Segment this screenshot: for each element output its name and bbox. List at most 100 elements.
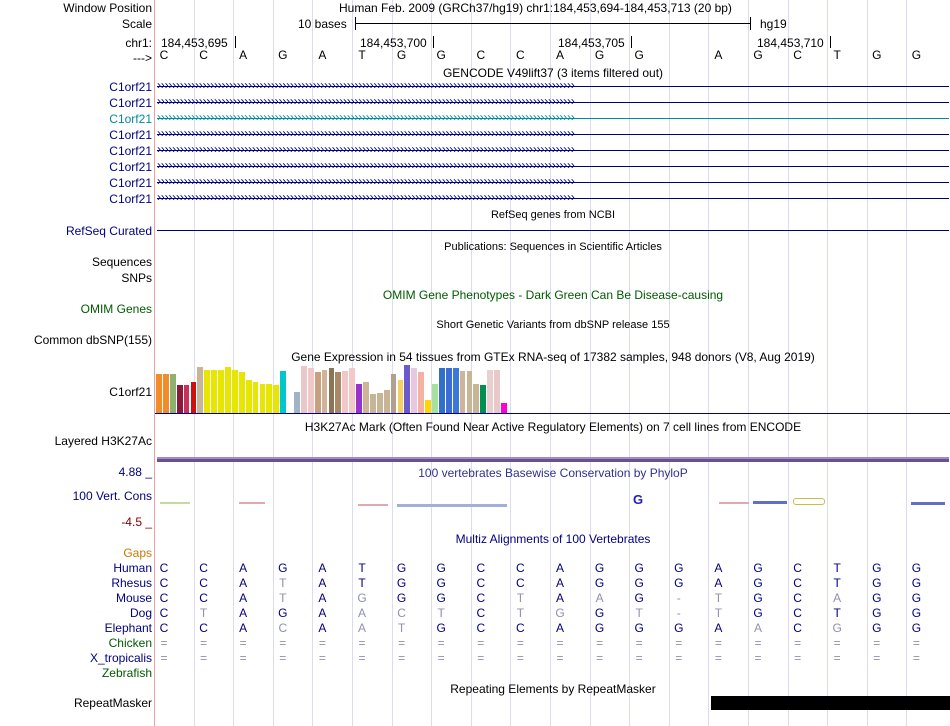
repeatmasker-track-label[interactable]: RepeatMasker [74,696,152,710]
gtex-tissue-bar[interactable] [425,399,431,413]
omim-track-title[interactable]: OMIM Gene Phenotypes - Dark Green Can Be… [156,288,950,302]
multiz-species-label[interactable]: Elephant [105,621,152,635]
gtex-tissue-bar[interactable] [314,371,321,413]
gtex-tissue-bar[interactable] [390,374,397,413]
omim-track-label[interactable]: OMIM Genes [81,302,152,316]
reference-base: G [872,48,882,62]
gtex-tissue-bar[interactable] [349,368,356,413]
gtex-tissue-bar[interactable] [473,383,480,413]
gtex-tissue-bar[interactable] [211,369,218,413]
gencode-gene-label[interactable]: C1orf21 [109,80,152,94]
multiz-base: = [398,651,406,665]
repeatmasker-element[interactable] [711,696,950,710]
gencode-gene-label[interactable]: C1orf21 [109,160,152,174]
gtex-tissue-bar[interactable] [321,369,328,413]
gtex-tissue-bar[interactable] [459,370,466,413]
reference-base: A [239,48,248,62]
gtex-tissue-bar[interactable] [383,389,390,413]
gtex-tissue-bar[interactable] [252,381,259,413]
phylop-track-title[interactable]: 100 vertebrates Basewise Conservation by… [156,466,950,480]
gtex-tissue-bar[interactable] [259,383,266,413]
multiz-base: A [239,606,248,620]
gtex-tissue-bar[interactable] [225,366,231,413]
scale-bar [355,23,751,24]
multiz-species-label[interactable]: Zebrafish [102,666,152,680]
multiz-track-title[interactable]: Multiz Alignments of 100 Vertebrates [156,532,950,546]
multiz-species-label[interactable]: Mouse [116,591,152,605]
gtex-tissue-bar[interactable] [280,370,287,413]
gtex-tissue-bar[interactable] [197,366,204,413]
gtex-tissue-bar[interactable] [363,382,369,413]
gtex-tissue-bar[interactable] [176,384,183,413]
gtex-gene-label[interactable]: C1orf21 [109,385,152,399]
gencode-gene-label[interactable]: C1orf21 [109,112,152,126]
gtex-tissue-bar[interactable] [218,369,224,413]
multiz-base: T [635,606,643,620]
gtex-tissue-bar[interactable] [418,371,425,413]
gtex-tissue-bar[interactable] [445,367,452,413]
multiz-base: G [396,576,407,590]
gencode-gene-label[interactable]: C1orf21 [109,96,152,110]
reference-base: C [476,48,486,62]
refseq-gene-line[interactable] [157,230,949,231]
multiz-species-label[interactable]: Dog [130,606,152,620]
gtex-tissue-bar[interactable] [397,380,404,413]
multiz-species-label[interactable]: Rhesus [111,576,152,590]
gtex-tissue-bar[interactable] [307,368,314,413]
gtex-track-title[interactable]: Gene Expression in 54 tissues from GTEx … [156,350,950,364]
multiz-species-label[interactable]: Chicken [109,636,152,650]
gtex-tissue-bar[interactable] [328,368,335,413]
h3k27ac-track-title[interactable]: H3K27Ac Mark (Often Found Near Active Re… [156,420,950,434]
repeatmasker-track-title[interactable]: Repeating Elements by RepeatMasker [156,682,950,696]
gtex-tissue-bar[interactable] [480,384,487,413]
dbsnp-track-title[interactable]: Short Genetic Variants from dbSNP releas… [156,319,950,331]
gtex-tissue-bar[interactable] [452,367,459,413]
gtex-tissue-bar[interactable] [411,367,418,413]
gtex-tissue-bar[interactable] [183,384,190,413]
phylop-track-label[interactable]: 100 Vert. Cons [73,489,152,503]
gtex-tissue-bar[interactable] [335,371,342,413]
multiz-base: A [239,561,248,575]
multiz-species-label[interactable]: X_tropicalis [90,651,152,665]
gtex-tissue-bar[interactable] [245,380,252,413]
chrom-tick [830,36,831,48]
publications-track-label[interactable]: Sequences [92,255,152,269]
gtex-tissue-bar[interactable] [204,369,211,413]
multiz-base: C [199,621,208,635]
refseq-track-title[interactable]: RefSeq genes from NCBI [156,209,950,221]
gencode-gene-label[interactable]: C1orf21 [109,128,152,142]
gtex-tissue-bar[interactable] [494,369,500,413]
gtex-tissue-bar[interactable] [169,373,176,413]
h3k27ac-track-label[interactable]: Layered H3K27Ac [55,434,152,448]
gtex-tissue-bar[interactable] [156,374,162,413]
refseq-track-label[interactable]: RefSeq Curated [66,224,152,238]
gtex-tissue-bar[interactable] [501,402,507,413]
gtex-tissue-bar[interactable] [238,371,245,413]
gencode-gene-label[interactable]: C1orf21 [109,144,152,158]
gtex-tissue-bar[interactable] [300,366,307,413]
gtex-tissue-bar[interactable] [294,391,300,413]
gtex-tissue-bar[interactable] [342,370,349,413]
gtex-tissue-bar[interactable] [266,383,273,413]
gencode-gene-label[interactable]: C1orf21 [109,176,152,190]
gtex-tissue-bar[interactable] [438,367,445,413]
multiz-base: = [279,651,287,665]
gtex-tissue-bar[interactable] [356,383,362,413]
multiz-species-label[interactable]: Human [113,561,152,575]
gtex-tissue-bar[interactable] [487,369,494,413]
gtex-tissue-bar[interactable] [162,374,169,413]
gencode-gene-label[interactable]: C1orf21 [109,192,152,206]
gtex-tissue-bar[interactable] [369,394,376,413]
multiz-base: = [873,636,881,650]
gtex-tissue-bar[interactable] [376,393,383,413]
publications-track-title[interactable]: Publications: Sequences in Scientific Ar… [156,241,950,253]
gtex-tissue-bar[interactable] [190,382,197,413]
gtex-tissue-bar[interactable] [432,383,438,413]
gtex-tissue-bar[interactable] [231,369,238,413]
gtex-tissue-bar[interactable] [404,365,411,413]
dbsnp-track-label[interactable]: Common dbSNP(155) [34,333,152,347]
gtex-tissue-bar[interactable] [466,370,473,413]
multiz-gaps-label: Gaps [123,546,152,560]
snps-track-label[interactable]: SNPs [121,271,152,285]
gtex-tissue-bar[interactable] [273,384,280,413]
